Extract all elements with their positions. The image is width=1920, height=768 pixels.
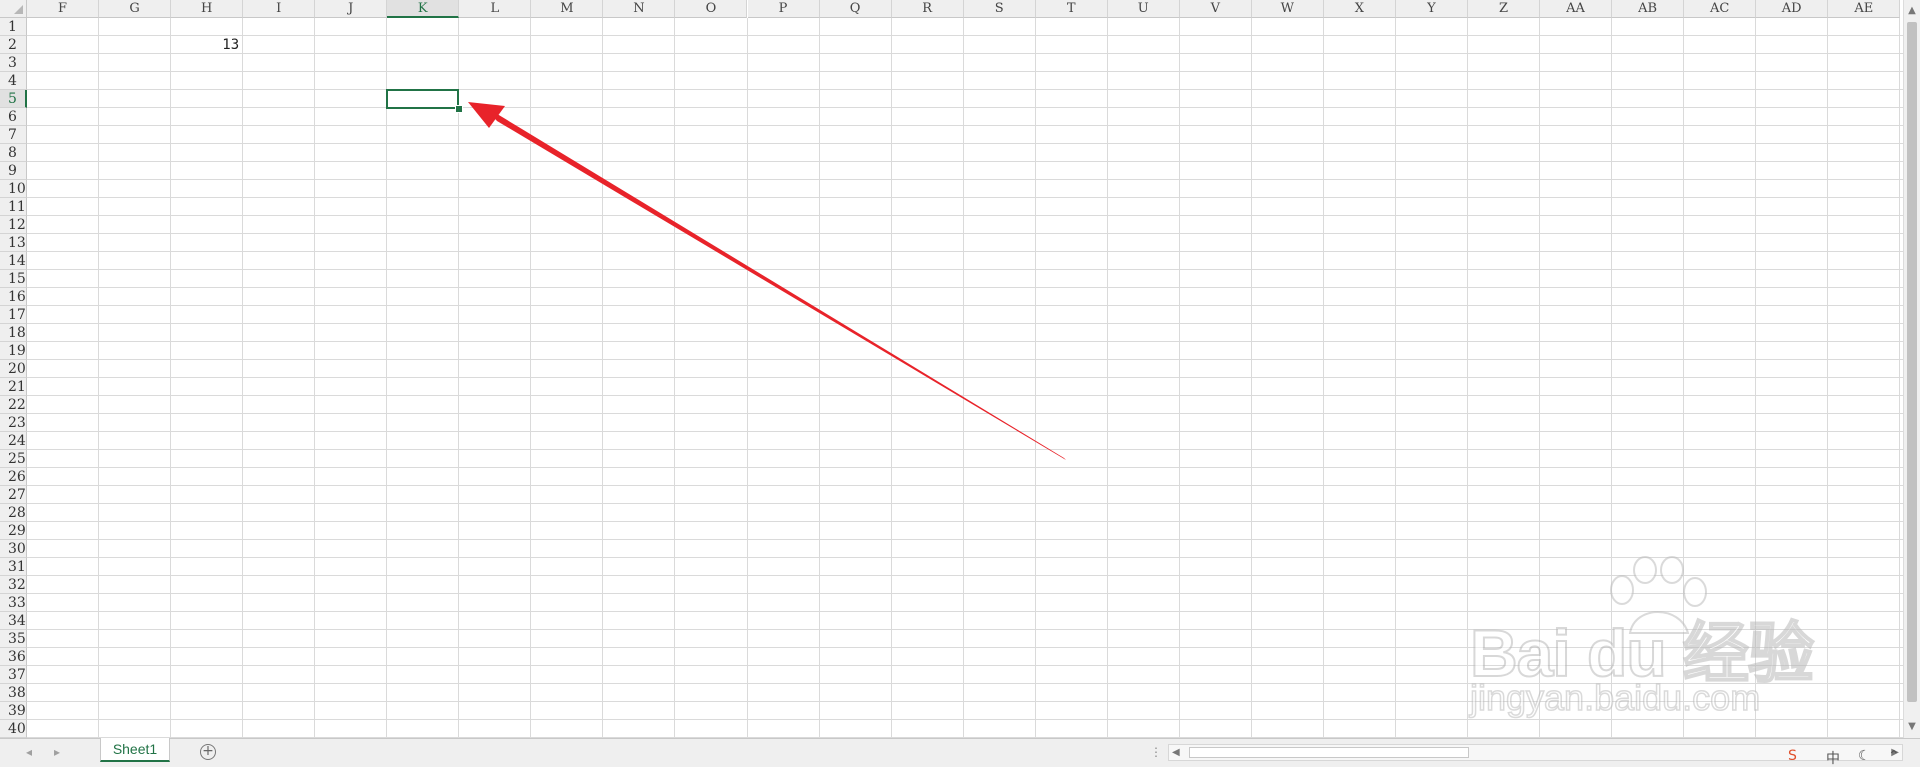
scroll-down-arrow-icon[interactable]: ▼ [1904, 719, 1920, 735]
sogou-ime-icon[interactable]: S [1788, 748, 1797, 764]
ime-mode[interactable]: 中 [1826, 748, 1840, 768]
add-sheet-icon[interactable]: + [200, 744, 216, 760]
tab-split-handle-icon[interactable]: ⋮ [1150, 745, 1162, 759]
scroll-left-arrow-icon[interactable]: ◀ [1172, 745, 1180, 760]
sheet-tab-bar: ◂ ▸ Sheet1 + ⋮ ◀ ▶ [0, 738, 1920, 767]
watermark: Bai du 经验 jingyan.baidu.com [1469, 555, 1830, 725]
next-sheet-arrow-icon[interactable]: ▸ [54, 745, 60, 759]
prev-sheet-arrow-icon[interactable]: ◂ [26, 745, 32, 759]
system-tray: S 中 ☾ ⌃ [1780, 745, 1920, 767]
horizontal-scroll-thumb[interactable] [1189, 747, 1469, 758]
annotation-arrow-head [468, 102, 505, 128]
watermark-url: jingyan.baidu.com [1469, 676, 1761, 719]
tab-sheet1[interactable]: Sheet1 [100, 738, 170, 762]
moon-icon[interactable]: ☾ [1858, 748, 1871, 764]
vertical-scroll-thumb[interactable] [1907, 22, 1917, 702]
vertical-scrollbar[interactable]: ▲ ▼ [1903, 0, 1920, 738]
scroll-up-arrow-icon[interactable]: ▲ [1904, 3, 1920, 19]
tray-expand-icon[interactable]: ⌃ [1888, 748, 1900, 764]
annotation-arrow-shaft [484, 106, 1066, 460]
